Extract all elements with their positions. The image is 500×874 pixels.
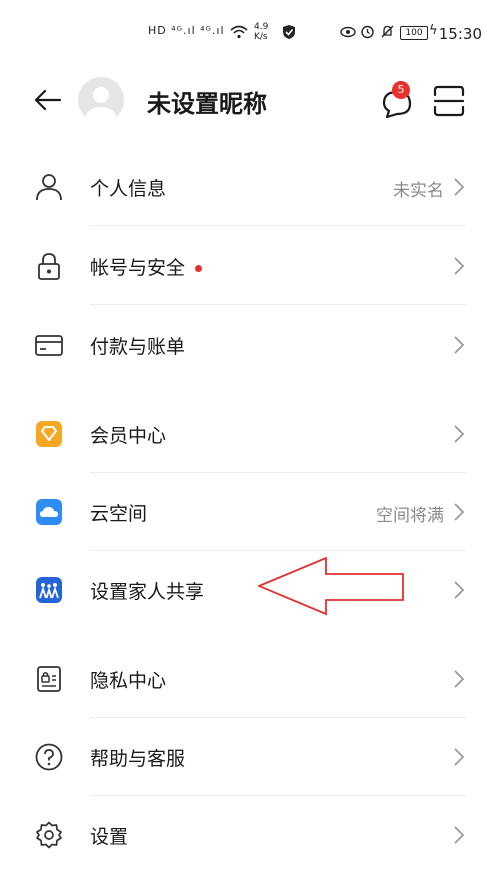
member-diamond-icon bbox=[36, 421, 62, 447]
network-speed: 4.9 K/s bbox=[254, 22, 269, 42]
clock: 15:30 bbox=[438, 25, 482, 43]
wifi-icon bbox=[230, 25, 248, 39]
chevron-right-icon bbox=[454, 670, 465, 688]
menu-item-label: 帮助与客服 bbox=[90, 748, 186, 770]
chevron-right-icon bbox=[454, 581, 465, 599]
back-arrow-icon[interactable] bbox=[30, 82, 66, 118]
message-badge: 5 bbox=[392, 81, 410, 99]
chevron-right-icon bbox=[454, 503, 465, 521]
menu-item-label: 隐私中心 bbox=[90, 670, 167, 692]
chevron-right-icon bbox=[454, 748, 465, 766]
menu-item-personal-info[interactable]: 个人信息 未实名 bbox=[0, 148, 500, 226]
divider bbox=[90, 225, 466, 226]
menu-item-label: 云空间 bbox=[90, 503, 148, 525]
signal-indicators: HD ⁴ᴳ.ıl ⁴ᴳ.ıl bbox=[148, 24, 225, 37]
scan-icon[interactable] bbox=[432, 84, 466, 118]
verification-status: 未实名 bbox=[393, 181, 444, 201]
menu-item-payment[interactable]: 付款与账单 bbox=[0, 306, 500, 384]
card-icon bbox=[35, 335, 63, 356]
gear-icon bbox=[36, 821, 62, 849]
eye-icon bbox=[340, 26, 356, 38]
chevron-right-icon bbox=[454, 425, 465, 443]
help-icon bbox=[35, 743, 63, 771]
charging-icon: ϟ bbox=[429, 23, 438, 38]
chevron-right-icon bbox=[454, 826, 465, 844]
lock-icon bbox=[38, 253, 60, 280]
cloud-icon bbox=[36, 499, 62, 525]
family-icon bbox=[36, 577, 62, 603]
menu-item-label: 个人信息 bbox=[90, 178, 167, 200]
person-icon bbox=[36, 174, 62, 201]
chevron-right-icon bbox=[454, 336, 465, 354]
notification-dot bbox=[195, 265, 203, 272]
nickname[interactable]: 未设置昵称 bbox=[147, 84, 267, 119]
chevron-right-icon bbox=[454, 178, 465, 196]
alarm-icon bbox=[361, 25, 374, 39]
battery-indicator: 100 bbox=[400, 26, 428, 40]
mute-icon bbox=[381, 25, 394, 38]
menu-item-member-center[interactable]: 会员中心 bbox=[0, 395, 500, 473]
menu-item-label: 付款与账单 bbox=[90, 336, 186, 358]
menu-item-label: 设置 bbox=[90, 826, 129, 848]
annotation-arrow-icon bbox=[258, 556, 404, 616]
menu-item-label: 帐号与安全 bbox=[90, 253, 203, 280]
menu-item-cloud[interactable]: 云空间 空间将满 bbox=[0, 473, 500, 551]
avatar[interactable] bbox=[78, 77, 124, 123]
profile-header: 未设置昵称 5 bbox=[0, 72, 500, 132]
shield-icon bbox=[283, 25, 295, 39]
menu-item-account-security[interactable]: 帐号与安全 bbox=[0, 227, 500, 305]
menu-item-label-text: 帐号与安全 bbox=[90, 257, 186, 279]
menu-item-family-sharing[interactable]: 设置家人共享 bbox=[0, 551, 500, 629]
divider bbox=[90, 304, 466, 305]
menu-item-help[interactable]: 帮助与客服 bbox=[0, 718, 500, 796]
chevron-right-icon bbox=[454, 257, 465, 275]
menu-item-label: 会员中心 bbox=[90, 425, 167, 447]
menu-item-privacy[interactable]: 隐私中心 bbox=[0, 640, 500, 718]
menu-item-settings[interactable]: 设置 bbox=[0, 796, 500, 874]
menu-item-label: 设置家人共享 bbox=[90, 581, 205, 603]
storage-status: 空间将满 bbox=[376, 506, 444, 526]
status-bar: HD ⁴ᴳ.ıl ⁴ᴳ.ıl 4.9 K/s 100 ϟ 15:30 bbox=[0, 0, 500, 72]
privacy-icon bbox=[37, 666, 61, 692]
avatar-placeholder-icon bbox=[86, 87, 116, 123]
